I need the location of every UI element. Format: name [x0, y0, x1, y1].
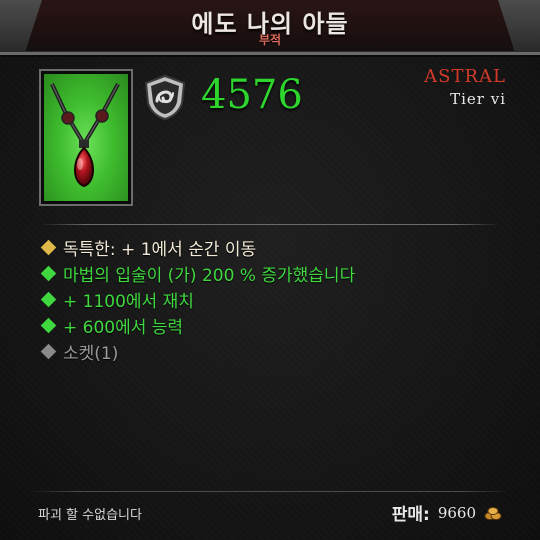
affix-unique: 독특한: + 1에서 순간 이동 — [40, 234, 355, 260]
section-divider — [40, 224, 500, 225]
diamond-bullet-icon — [40, 317, 57, 333]
diamond-bullet-icon — [40, 239, 57, 255]
gold-coins-icon — [484, 506, 502, 520]
affix-text: 마법의 입술이 (가) 200 % 증가했습니다 — [63, 265, 356, 286]
item-image-slot[interactable] — [39, 69, 133, 206]
item-power-value: 4576 — [201, 72, 303, 118]
affix-text: + 600에서 능력 — [63, 317, 184, 338]
diamond-bullet-icon — [40, 343, 57, 359]
indestructible-note: 파괴 할 수없습니다 — [38, 508, 142, 523]
sell-label: 판매: — [391, 505, 430, 525]
affix-magic: + 1100에서 재치 — [40, 286, 355, 312]
amulet-icon — [44, 74, 128, 201]
affix-magic: 마법의 입술이 (가) 200 % 증가했습니다 — [40, 260, 355, 286]
footer-divider — [30, 491, 510, 492]
item-type: 부적 — [258, 33, 282, 47]
affix-text: 독특한: + 1에서 순간 이동 — [63, 239, 257, 260]
affix-list: 독특한: + 1에서 순간 이동 마법의 입술이 (가) 200 % 증가했습니… — [40, 234, 355, 364]
affix-text: + 1100에서 재치 — [63, 291, 194, 312]
tooltip-header: 에도 나의 아들 부적 — [0, 0, 540, 55]
affix-magic: + 600에서 능력 — [40, 312, 355, 338]
affix-socket: 소켓(1) — [40, 338, 355, 364]
affix-text: 소켓(1) — [63, 343, 119, 364]
rarity-label: ASTRAL — [424, 66, 506, 87]
item-tooltip: 에도 나의 아들 부적 4576 ASTRAL Tier vi 독특한: + 1… — [0, 0, 540, 540]
tier-label: Tier vi — [450, 90, 506, 108]
sell-value: 9660 — [437, 503, 476, 522]
sell-price: 판매: 9660 — [392, 500, 502, 525]
diamond-bullet-icon — [40, 265, 57, 281]
attack-shield-icon — [141, 73, 189, 121]
diamond-bullet-icon — [40, 291, 57, 307]
